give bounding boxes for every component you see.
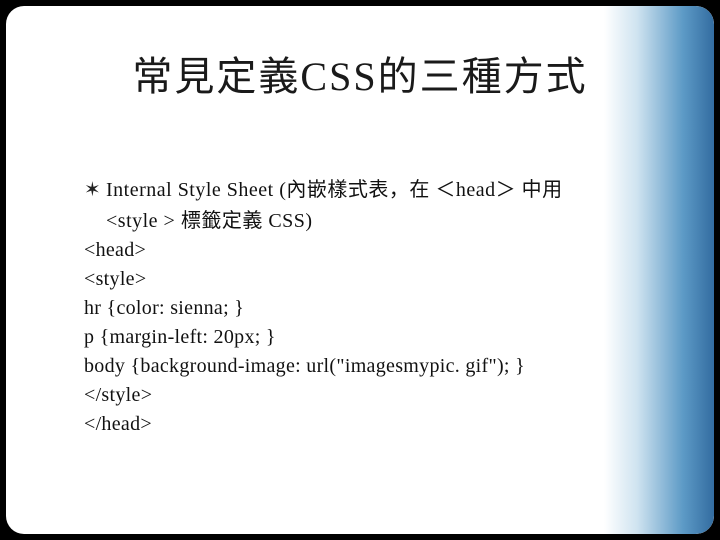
code-line: body {background-image: url("imagesmypic… <box>84 352 644 381</box>
bullet-icon: ✶ <box>84 176 106 205</box>
bullet-text-line2: <style > 標籤定義 CSS) <box>84 207 644 236</box>
code-block: <head> <style> hr {color: sienna; } p {m… <box>84 236 644 439</box>
slide: 常見定義CSS的三種方式 ✶ Internal Style Sheet (內嵌樣… <box>6 6 714 534</box>
slide-title: 常見定義CSS的三種方式 <box>6 44 714 102</box>
code-line: p {margin-left: 20px; } <box>84 323 644 352</box>
bullet-text-line1: Internal Style Sheet (內嵌樣式表，在 ＜head＞ 中用 <box>106 176 644 205</box>
code-line: <style> <box>84 265 644 294</box>
code-line: </head> <box>84 410 644 439</box>
code-line: <head> <box>84 236 644 265</box>
bullet-item: ✶ Internal Style Sheet (內嵌樣式表，在 ＜head＞ 中… <box>84 176 644 205</box>
code-line: </style> <box>84 381 644 410</box>
slide-content: ✶ Internal Style Sheet (內嵌樣式表，在 ＜head＞ 中… <box>84 176 644 439</box>
code-line: hr {color: sienna; } <box>84 294 644 323</box>
